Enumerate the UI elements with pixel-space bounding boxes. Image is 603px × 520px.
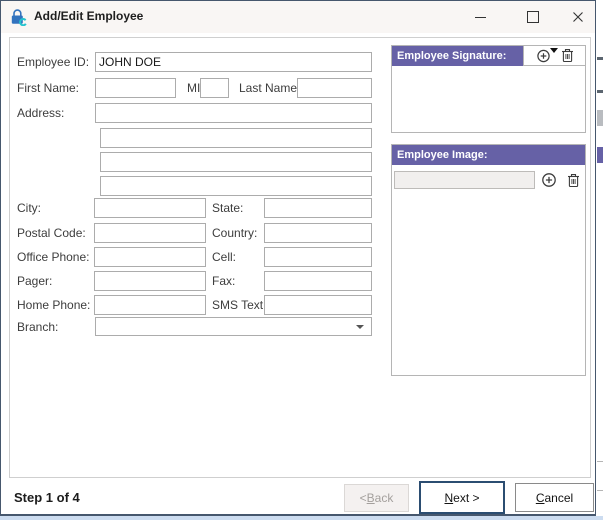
office-phone-input[interactable] xyxy=(94,247,206,267)
home-phone-label: Home Phone: xyxy=(17,298,90,312)
branch-dropdown[interactable] xyxy=(95,317,372,336)
background-window-sliver xyxy=(597,0,603,516)
mi-input[interactable] xyxy=(200,78,229,98)
delete-signature-button[interactable] xyxy=(561,48,574,63)
address-line-2-input[interactable] xyxy=(100,128,372,148)
cell-label: Cell: xyxy=(212,250,236,264)
background-fragment xyxy=(597,110,603,126)
employee-id-label: Employee ID: xyxy=(17,55,89,69)
background-fragment xyxy=(597,57,603,60)
back-button[interactable]: < Back xyxy=(344,484,409,512)
signature-toolbar xyxy=(523,46,585,66)
next-button[interactable]: Next > xyxy=(419,481,505,514)
plus-circle-icon xyxy=(541,172,557,188)
image-header: Employee Image: xyxy=(392,145,585,165)
image-file-field[interactable] xyxy=(394,171,535,189)
background-fragment xyxy=(597,90,603,93)
trash-icon xyxy=(561,48,574,63)
background-bottom-strip xyxy=(0,516,603,520)
last-name-input[interactable] xyxy=(297,78,372,98)
delete-image-button[interactable] xyxy=(567,173,580,188)
add-image-button[interactable] xyxy=(541,172,557,188)
image-title: Employee Image: xyxy=(392,145,585,165)
signature-canvas[interactable] xyxy=(392,66,585,132)
trash-icon xyxy=(567,173,580,188)
employee-id-input[interactable] xyxy=(95,52,372,72)
pager-input[interactable] xyxy=(94,271,206,291)
state-input[interactable] xyxy=(264,198,372,218)
country-input[interactable] xyxy=(264,223,372,243)
office-phone-label: Office Phone: xyxy=(17,250,90,264)
image-content xyxy=(392,165,585,376)
plus-circle-icon xyxy=(536,48,551,63)
background-fragment xyxy=(597,147,603,163)
cell-input[interactable] xyxy=(264,247,372,267)
screen: Add/Edit Employee Employee ID: First Nam… xyxy=(0,0,603,520)
address-line-3-input[interactable] xyxy=(100,152,372,172)
fax-input[interactable] xyxy=(264,271,372,291)
caret-down-icon xyxy=(356,325,364,329)
first-name-label: First Name: xyxy=(17,81,79,95)
home-phone-input[interactable] xyxy=(94,295,206,315)
city-input[interactable] xyxy=(94,198,206,218)
titlebar[interactable]: Add/Edit Employee xyxy=(1,1,595,33)
city-label: City: xyxy=(17,201,41,215)
close-icon xyxy=(572,11,584,23)
caret-down-icon[interactable] xyxy=(550,48,558,53)
address-line-4-input[interactable] xyxy=(100,176,372,196)
signature-header: Employee Signature: xyxy=(392,46,585,66)
postal-code-input[interactable] xyxy=(94,223,206,243)
postal-code-label: Postal Code: xyxy=(17,226,86,240)
sms-text-label: SMS Text: xyxy=(212,298,266,312)
country-label: Country: xyxy=(212,226,257,240)
branch-label: Branch: xyxy=(17,320,58,334)
signature-title: Employee Signature: xyxy=(392,46,523,66)
cancel-button[interactable]: Cancel xyxy=(515,483,594,512)
close-button[interactable] xyxy=(558,1,598,33)
minimize-icon xyxy=(475,17,486,18)
first-name-input[interactable] xyxy=(95,78,176,98)
address-line-1-input[interactable] xyxy=(95,103,372,123)
add-edit-employee-dialog: Add/Edit Employee Employee ID: First Nam… xyxy=(0,0,596,516)
employee-image-panel: Employee Image: xyxy=(391,144,586,376)
maximize-button[interactable] xyxy=(513,1,553,33)
pager-label: Pager: xyxy=(17,274,52,288)
address-label: Address: xyxy=(17,106,64,120)
maximize-icon xyxy=(527,11,539,23)
lock-sync-icon xyxy=(9,8,27,26)
fax-label: Fax: xyxy=(212,274,235,288)
add-signature-button[interactable] xyxy=(536,48,551,63)
last-name-label: Last Name: xyxy=(239,81,300,95)
state-label: State: xyxy=(212,201,243,215)
employee-signature-panel: Employee Signature: xyxy=(391,45,586,133)
window-title: Add/Edit Employee xyxy=(34,9,143,23)
minimize-button[interactable] xyxy=(460,1,500,33)
background-fragment xyxy=(597,461,603,491)
step-indicator: Step 1 of 4 xyxy=(14,490,80,505)
sms-text-input[interactable] xyxy=(264,295,372,315)
